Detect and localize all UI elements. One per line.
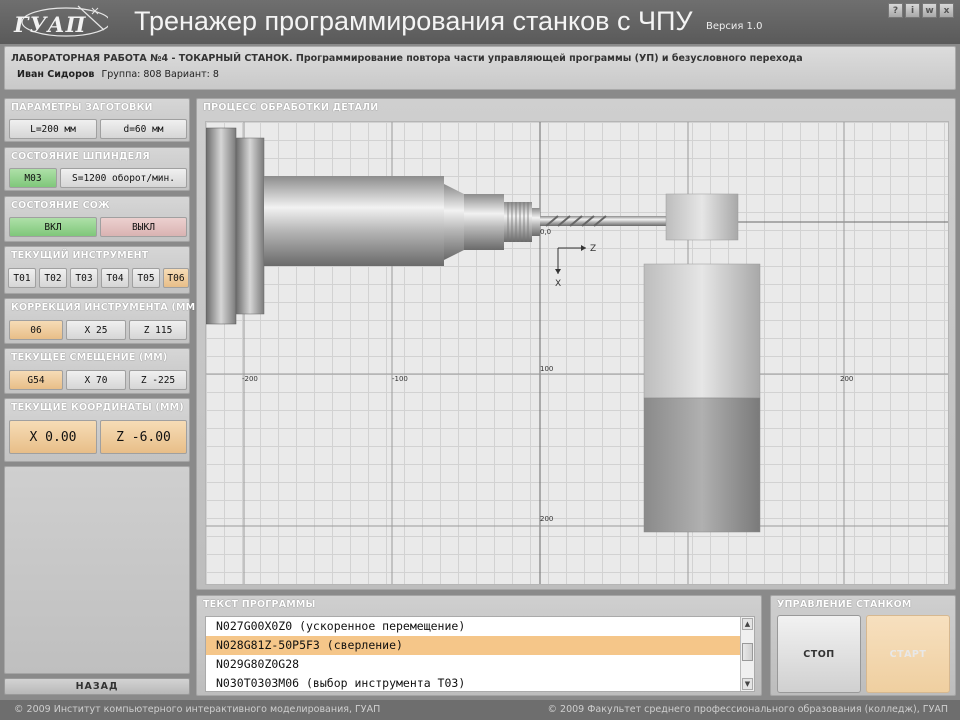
process-panel: ПРОЦЕСС ОБРАБОТКИ ДЕТАЛИ -200 -100 200 1…: [196, 98, 956, 590]
axis-x-label: X: [555, 279, 561, 289]
section-title: ПАРАМЕТРЫ ЗАГОТОВКИ: [11, 102, 153, 113]
close-button[interactable]: x: [939, 3, 954, 18]
tick-v-0: 100: [540, 365, 553, 373]
logo-text: ГУАП: [14, 12, 87, 37]
tool-holder-lower: [643, 397, 761, 533]
footer: © 2009 Институт компьютерного интерактив…: [0, 700, 960, 720]
back-button[interactable]: НАЗАД: [4, 678, 190, 695]
footer-left: © 2009 Институт компьютерного интерактив…: [14, 704, 381, 715]
section-title: ПРОЦЕСС ОБРАБОТКИ ДЕТАЛИ: [203, 102, 379, 113]
lathe-scene: -200 -100 200 100 200 0,0 Z X: [206, 122, 948, 584]
spindle-speed: S=1200 оборот/мин.: [60, 168, 187, 188]
tick-h-3: 200: [840, 375, 853, 383]
axis-z-label: Z: [590, 244, 596, 254]
section-title: СОСТОЯНИЕ ШПИНДЕЛЯ: [11, 151, 150, 162]
section-title: ТЕКУЩЕЕ СМЕЩЕНИЕ (ММ): [11, 352, 168, 363]
footer-right: © 2009 Факультет среднего профессиональн…: [547, 704, 949, 715]
program-list[interactable]: N027G00X0Z0 (ускоренное перемещение) N02…: [205, 616, 755, 692]
info-button[interactable]: i: [905, 3, 920, 18]
version-label: Версия 1.0: [706, 21, 763, 32]
workpiece-shoulder: [464, 194, 504, 250]
student-variant: Вариант: 8: [164, 69, 219, 80]
offset-code: G54: [9, 370, 63, 390]
machining-canvas: -200 -100 200 100 200 0,0 Z X: [205, 121, 949, 585]
machine-control-panel: УПРАВЛЕНИЕ СТАНКОМ СТОП СТАРТ: [770, 595, 956, 696]
blank-diameter: d=60 мм: [100, 119, 187, 139]
student-info: Иван Сидоров Группа: 808 Вариант: 8: [17, 69, 219, 80]
coord-x: X 0.00: [9, 420, 97, 454]
program-scrollbar[interactable]: ▲ ▼: [740, 617, 754, 691]
tool-holder-top: [665, 193, 739, 241]
correction-z: Z 115: [129, 320, 187, 340]
spindle-section: СОСТОЯНИЕ ШПИНДЕЛЯ M03 S=1200 оборот/мин…: [4, 147, 190, 191]
workpiece-main: [264, 176, 444, 266]
offset-z: Z -225: [129, 370, 187, 390]
coolant-on-button[interactable]: ВКЛ: [9, 217, 97, 237]
lab-title: ЛАБОРАТОРНАЯ РАБОТА №4 - ТОКАРНЫЙ СТАНОК…: [11, 53, 803, 64]
student-name: Иван Сидоров: [17, 69, 95, 80]
start-button[interactable]: СТАРТ: [866, 615, 950, 693]
help-button[interactable]: ?: [888, 3, 903, 18]
coord-z: Z -6.00: [100, 420, 187, 454]
left-empty-panel: [4, 466, 190, 674]
program-line[interactable]: N030T0303M06 (выбор инструмента Т03): [206, 674, 740, 693]
tool-holder-upper: [643, 263, 761, 399]
section-title: КОРРЕКЦИЯ ИНСТРУМЕНТА (ММ): [11, 302, 200, 313]
web-button[interactable]: w: [922, 3, 937, 18]
tool-t05[interactable]: T05: [132, 268, 160, 288]
app-title: Тренажер программирования станков с ЧПУ: [134, 6, 693, 36]
section-title: ТЕКУЩИЙ ИНСТРУМЕНТ: [11, 250, 149, 261]
correction-number: 06: [9, 320, 63, 340]
chuck-flange: [206, 127, 237, 325]
tick-h-1: -100: [392, 375, 408, 383]
window-buttons: ? i w x: [888, 3, 954, 18]
chuck-body: [235, 137, 265, 315]
logo: ГУАП: [8, 4, 111, 40]
stop-button[interactable]: СТОП: [777, 615, 861, 693]
tool-t02[interactable]: T02: [39, 268, 67, 288]
tool-t06[interactable]: T06: [163, 268, 189, 288]
program-line[interactable]: N029G80Z0G28: [206, 655, 740, 674]
section-title: ТЕКСТ ПРОГРАММЫ: [203, 599, 316, 610]
correction-x: X 25: [66, 320, 126, 340]
section-title: УПРАВЛЕНИЕ СТАНКОМ: [777, 599, 912, 610]
section-title: СОСТОЯНИЕ СОЖ: [11, 200, 110, 211]
tool-t01[interactable]: T01: [8, 268, 36, 288]
tool-section: ТЕКУЩИЙ ИНСТРУМЕНТ T01 T02 T03 T04 T05 T…: [4, 246, 190, 294]
offset-section: ТЕКУЩЕЕ СМЕЩЕНИЕ (ММ) G54 X 70 Z -225: [4, 348, 190, 394]
tool-t04[interactable]: T04: [101, 268, 129, 288]
coolant-section: СОСТОЯНИЕ СОЖ ВКЛ ВЫКЛ: [4, 196, 190, 242]
scroll-up-icon[interactable]: ▲: [742, 618, 753, 630]
student-group: Группа: 808: [101, 69, 162, 80]
program-line[interactable]: N027G00X0Z0 (ускоренное перемещение): [206, 617, 740, 636]
coolant-off-button[interactable]: ВЫКЛ: [100, 217, 187, 237]
blank-length: L=200 мм: [9, 119, 97, 139]
lab-info-panel: ЛАБОРАТОРНАЯ РАБОТА №4 - ТОКАРНЫЙ СТАНОК…: [4, 46, 956, 90]
scroll-down-icon[interactable]: ▼: [742, 678, 753, 690]
program-line-selected[interactable]: N028G81Z-50P5F3 (сверление): [206, 636, 740, 655]
tick-v-1: 200: [540, 515, 553, 523]
offset-x: X 70: [66, 370, 126, 390]
tick-h-0: -200: [242, 375, 258, 383]
coordinates-section: ТЕКУЩИЕ КООРДИНАТЫ (ММ) X 0.00 Z -6.00: [4, 398, 190, 462]
header: ГУАП Тренажер программирования станков с…: [0, 0, 960, 44]
spindle-code: M03: [9, 168, 57, 188]
origin-label: 0,0: [540, 228, 551, 236]
tool-correction-section: КОРРЕКЦИЯ ИНСТРУМЕНТА (ММ) 06 X 25 Z 115: [4, 298, 200, 344]
scroll-thumb[interactable]: [742, 643, 753, 661]
tool-t03[interactable]: T03: [70, 268, 98, 288]
program-panel: ТЕКСТ ПРОГРАММЫ N027G00X0Z0 (ускоренное …: [196, 595, 762, 696]
section-title: ТЕКУЩИЕ КООРДИНАТЫ (ММ): [11, 402, 184, 413]
blank-params-section: ПАРАМЕТРЫ ЗАГОТОВКИ L=200 мм d=60 мм: [4, 98, 190, 142]
